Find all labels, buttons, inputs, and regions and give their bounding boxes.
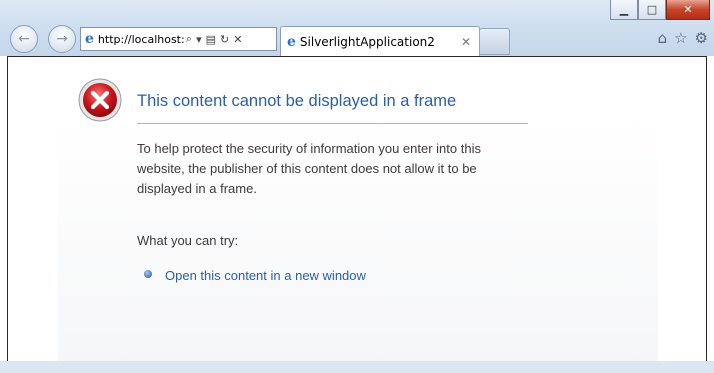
- home-icon[interactable]: ⌂: [658, 29, 668, 47]
- ie-icon: e: [287, 34, 296, 50]
- close-icon: ✕: [683, 3, 693, 16]
- address-text[interactable]: http://localhost:: [98, 33, 184, 46]
- ie-icon: e: [85, 31, 94, 47]
- forward-button[interactable]: →: [48, 25, 76, 53]
- page-title: This content cannot be displayed in a fr…: [137, 92, 457, 110]
- minimize-button[interactable]: ▁: [610, 0, 638, 20]
- what-you-can-try-label: What you can try:: [137, 233, 239, 248]
- refresh-icon[interactable]: ↻: [220, 33, 229, 46]
- maximize-button[interactable]: □: [638, 0, 666, 20]
- close-window-button[interactable]: ✕: [666, 0, 710, 20]
- window-bottom-frame: [0, 361, 714, 373]
- gear-icon[interactable]: ⚙: [695, 29, 708, 47]
- address-bar[interactable]: e http://localhost: ⌕ ▾ ▤ ↻ ✕: [80, 27, 277, 51]
- minimize-icon: ▁: [619, 3, 629, 16]
- close-icon[interactable]: ✕: [461, 35, 471, 49]
- star-icon[interactable]: ☆: [674, 29, 687, 47]
- compatibility-view-icon[interactable]: ▤: [206, 33, 216, 46]
- tab-silverlight-application[interactable]: e SilverlightApplication2 ✕: [280, 26, 480, 57]
- stop-icon[interactable]: ✕: [233, 33, 242, 46]
- explanation-text: To help protect the security of informat…: [137, 141, 481, 196]
- divider: [137, 123, 528, 124]
- forward-arrow-icon: →: [56, 31, 68, 47]
- new-tab-button[interactable]: [479, 28, 510, 55]
- page-content: This content cannot be displayed in a fr…: [7, 56, 707, 362]
- open-in-new-window-link[interactable]: Open this content in a new window: [165, 268, 366, 283]
- tab-label: SilverlightApplication2: [299, 35, 435, 49]
- maximize-icon: □: [646, 3, 658, 16]
- command-icons: ⌂ ☆ ⚙: [658, 29, 708, 47]
- browser-chrome: ▁ □ ✕ ← → e http://localhost: ⌕ ▾ ▤ ↻ ✕ …: [0, 0, 714, 57]
- error-x-icon: [78, 78, 122, 122]
- back-button[interactable]: ←: [10, 25, 38, 53]
- search-icon[interactable]: ⌕: [186, 32, 192, 46]
- back-arrow-icon: ←: [18, 31, 30, 47]
- chevron-down-icon[interactable]: ▾: [196, 33, 202, 46]
- bullet-icon: [144, 270, 152, 278]
- window-controls: ▁ □ ✕: [610, 0, 710, 20]
